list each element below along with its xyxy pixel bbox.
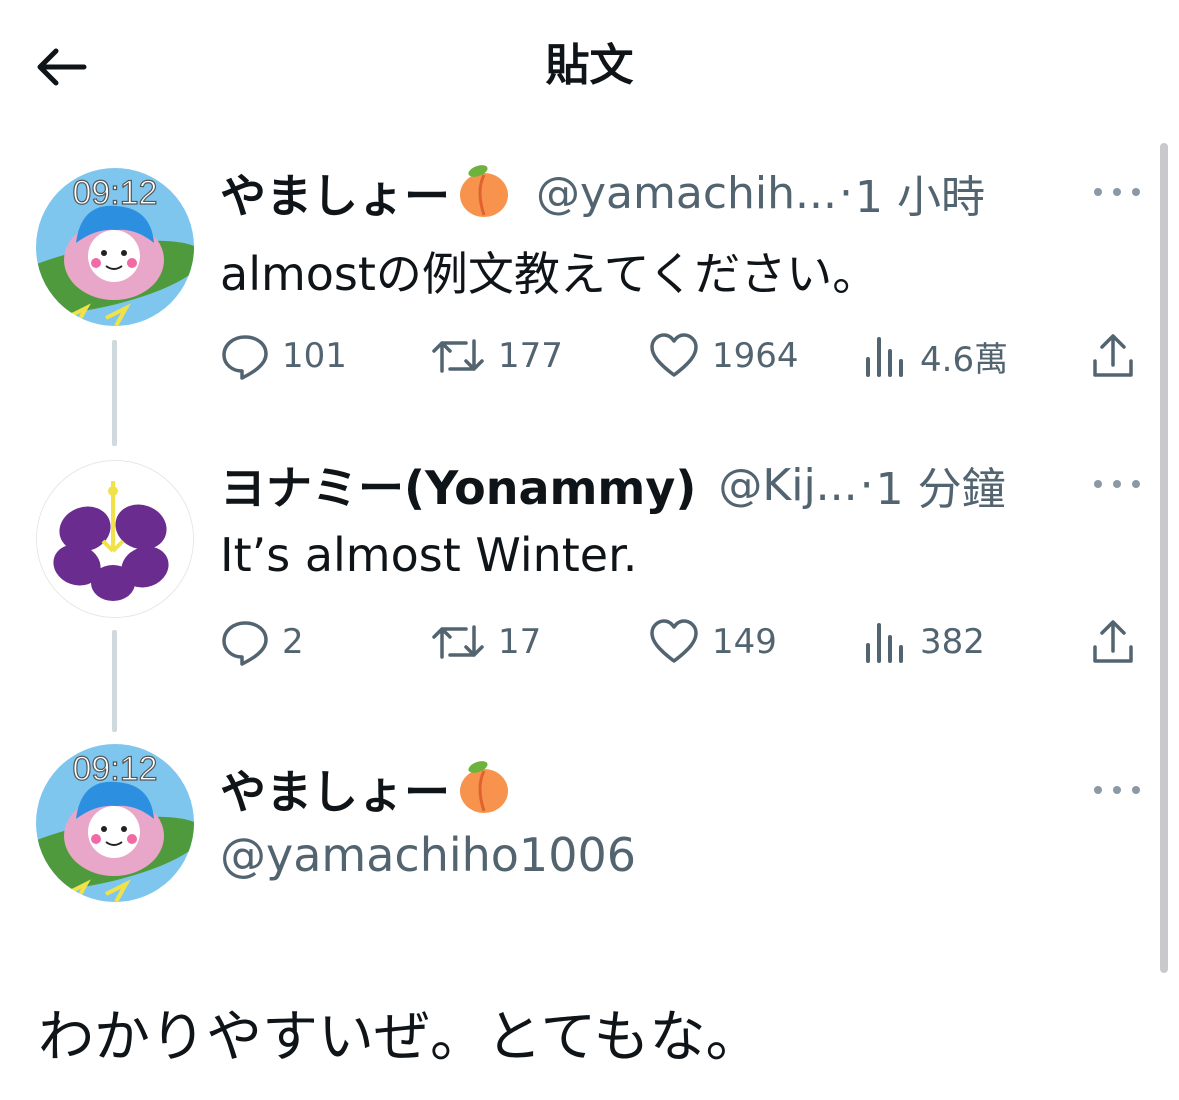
more-button[interactable] (1094, 182, 1140, 202)
separator-dot: · (859, 459, 874, 511)
views-count: 382 (920, 622, 985, 662)
views-button[interactable]: 382 (862, 614, 985, 670)
display-name[interactable]: やましょー (220, 160, 450, 226)
display-name[interactable]: やましょー (220, 756, 450, 822)
top-bar: 貼文 (0, 0, 1179, 135)
like-icon (650, 333, 698, 377)
views-count: 4.6萬 (920, 339, 1009, 380)
user-handle[interactable]: @yamachih... (536, 168, 837, 219)
more-button[interactable] (1094, 780, 1140, 800)
timestamp[interactable]: 1 分鐘 (876, 453, 1006, 517)
retweet-button[interactable]: 17 (430, 614, 541, 670)
avatar[interactable]: 09:12 (36, 744, 194, 902)
tweet-text: almostの例文教えてください。 (220, 247, 879, 301)
user-handle[interactable]: @yamachiho1006 (220, 828, 636, 882)
avatar[interactable] (36, 460, 194, 618)
reply-text: わかりやすいぜ。とてもな。 (38, 1005, 762, 1070)
retweet-count: 17 (498, 622, 542, 662)
reply-button[interactable]: 2 (220, 614, 304, 670)
like-icon (650, 619, 698, 663)
avatar-clock: 09:12 (72, 174, 157, 212)
tweet-header: やましょー (220, 756, 514, 822)
share-icon (1093, 334, 1133, 377)
tweet-text: It’s almost Winter. (220, 528, 638, 582)
avatar-clock: 09:12 (72, 750, 157, 788)
tweet-header: やましょー @yamachih... · 1 小時 (220, 160, 985, 226)
peach-emoji-icon (454, 757, 514, 821)
share-icon (1093, 620, 1133, 663)
page-title: 貼文 (545, 40, 634, 91)
views-icon (866, 623, 903, 663)
retweet-icon (432, 625, 484, 659)
avatar[interactable]: 09:12 (36, 168, 194, 326)
reply-icon (222, 335, 268, 380)
tweet-actions: 2 17 149 382 (220, 614, 1150, 670)
more-button[interactable] (1094, 474, 1140, 494)
views-button[interactable]: 4.6萬 (862, 328, 1008, 384)
more-icon (1094, 480, 1102, 488)
reply-icon (222, 621, 268, 666)
thread-line (112, 340, 117, 446)
retweet-icon (432, 339, 484, 373)
retweet-count: 177 (498, 336, 563, 376)
thread-line (112, 630, 117, 732)
retweet-button[interactable]: 177 (430, 328, 563, 384)
like-count: 1964 (712, 336, 799, 376)
more-icon (1094, 188, 1102, 196)
reply-count: 2 (282, 622, 304, 662)
like-button[interactable]: 149 (648, 614, 777, 670)
share-button[interactable] (1090, 328, 1136, 384)
display-name[interactable]: ヨナミー(Yonammy) (220, 452, 696, 518)
timestamp[interactable]: 1 小時 (855, 161, 985, 225)
reply-button[interactable]: 101 (220, 328, 347, 384)
more-icon (1094, 786, 1102, 794)
tweet-header: ヨナミー(Yonammy) @Kij... · 1 分鐘 (220, 452, 1006, 518)
like-button[interactable]: 1964 (648, 328, 799, 384)
scrollbar[interactable] (1160, 143, 1168, 973)
reply-count: 101 (282, 336, 347, 376)
like-count: 149 (712, 622, 777, 662)
separator-dot: · (838, 167, 853, 219)
user-handle[interactable]: @Kij... (718, 460, 857, 511)
peach-emoji-icon (454, 161, 514, 225)
share-button[interactable] (1090, 614, 1136, 670)
views-icon (866, 337, 903, 377)
tweet-actions: 101 177 1964 4.6萬 (220, 328, 1150, 384)
